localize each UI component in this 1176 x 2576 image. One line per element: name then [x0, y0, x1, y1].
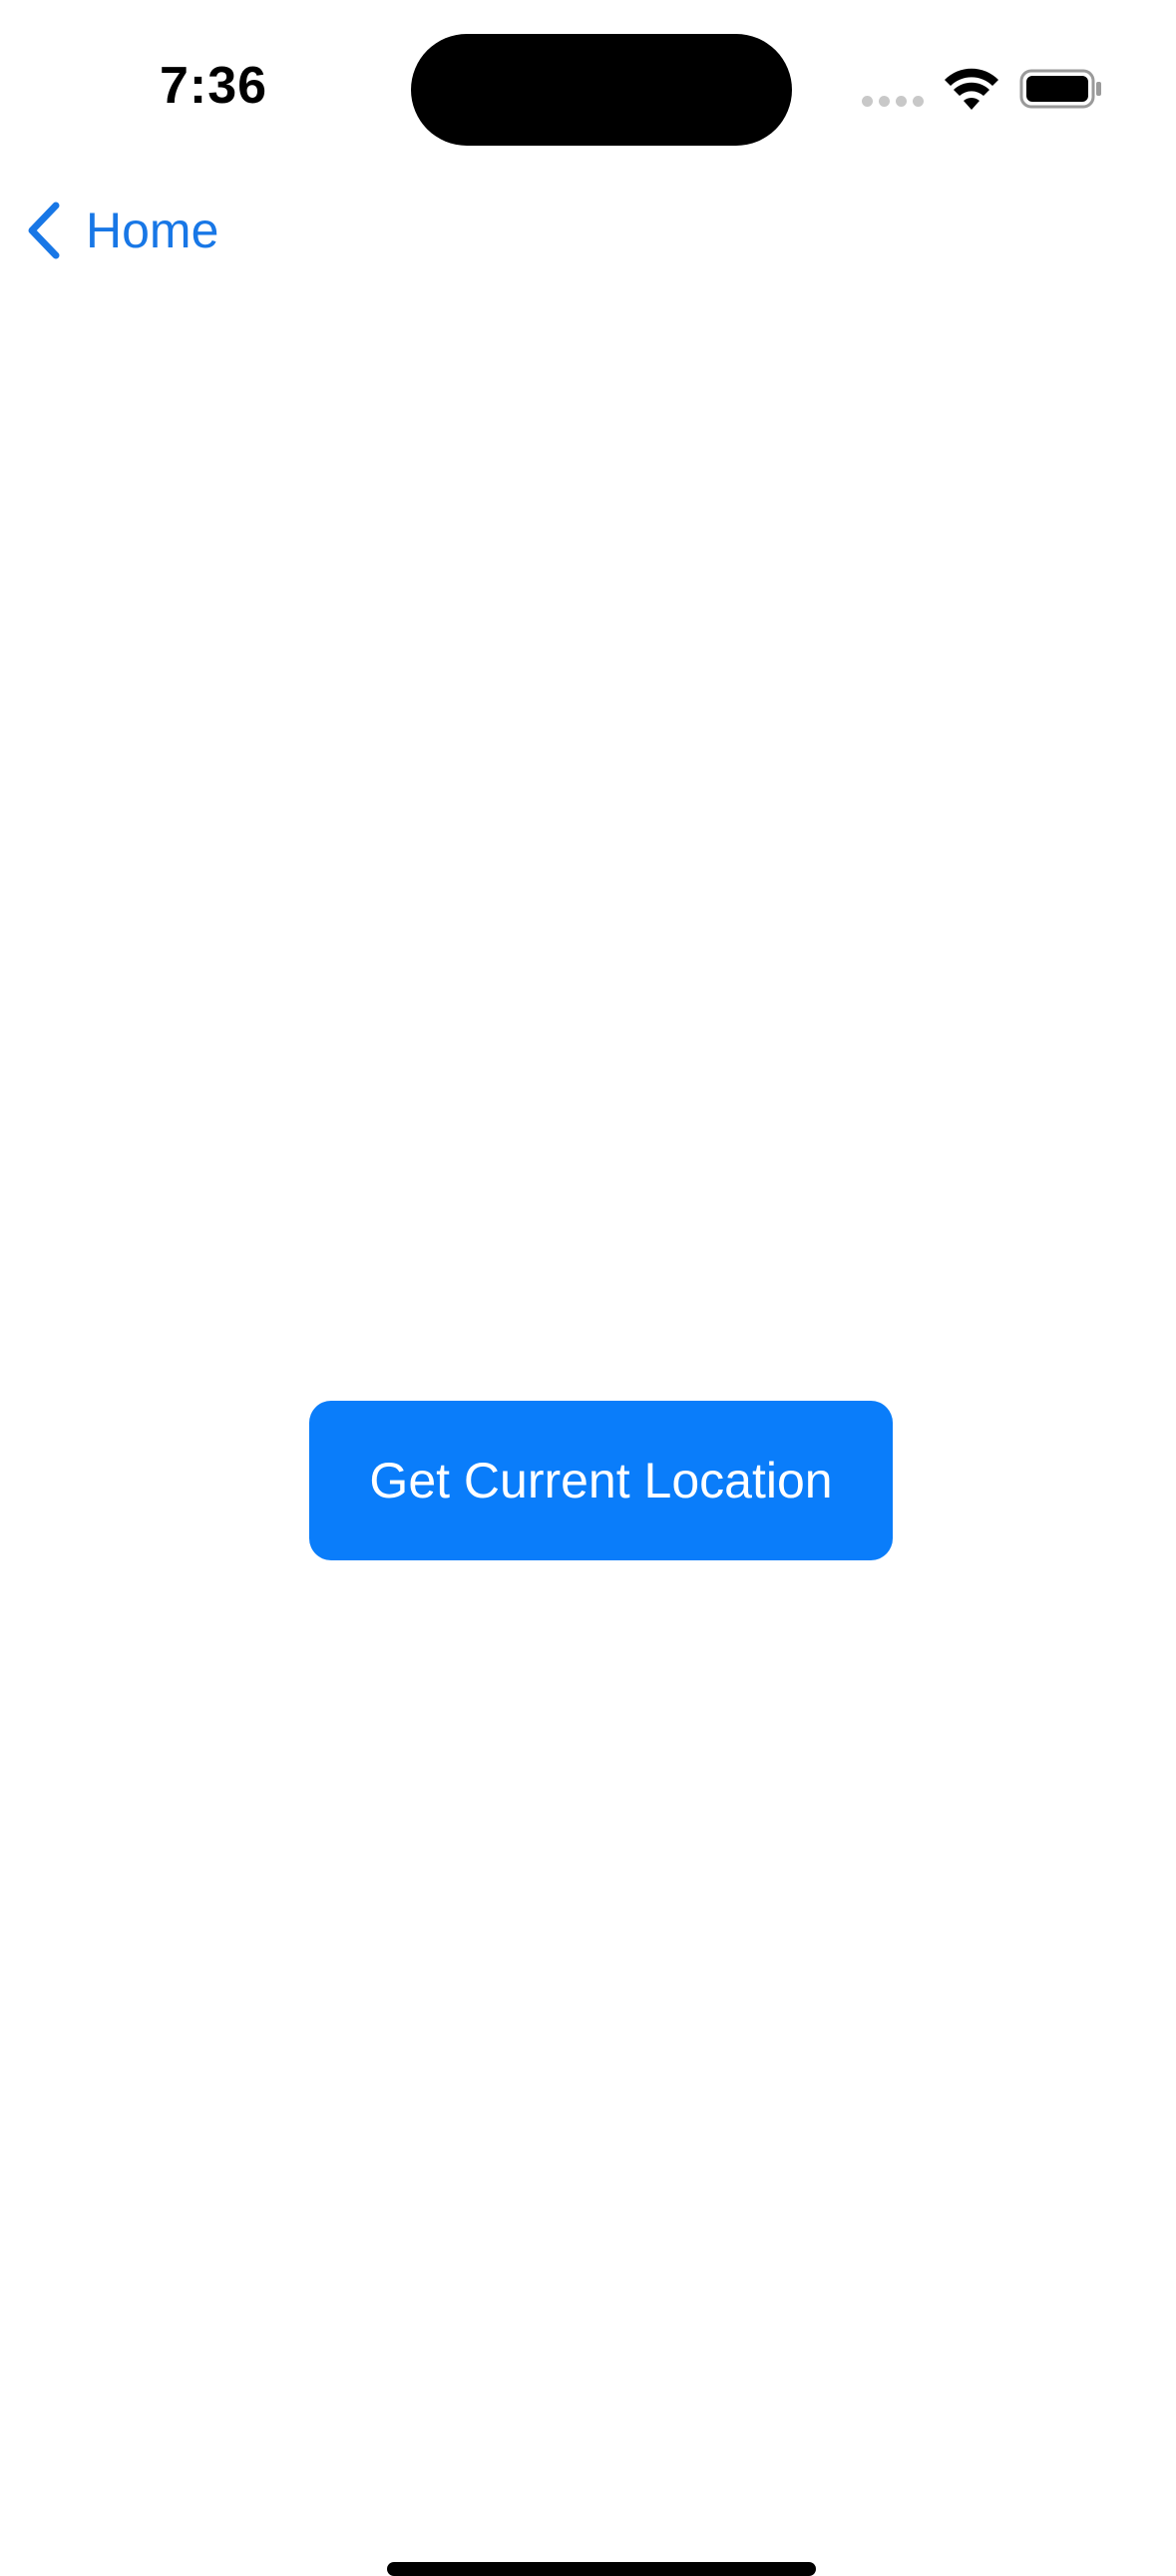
- chevron-left-icon: [28, 202, 60, 259]
- back-button[interactable]: Home: [24, 196, 218, 265]
- home-indicator[interactable]: [387, 2562, 816, 2576]
- status-bar: 7:36: [0, 0, 1176, 170]
- get-current-location-button[interactable]: Get Current Location: [309, 1401, 893, 1560]
- status-time: 7:36: [160, 57, 268, 115]
- battery-icon: [1019, 69, 1101, 109]
- navigation-bar: Home: [0, 170, 1176, 289]
- back-button-label: Home: [86, 203, 219, 258]
- cellular-dots-icon: [862, 96, 926, 110]
- wifi-icon: [945, 68, 998, 110]
- dynamic-island: [411, 34, 792, 146]
